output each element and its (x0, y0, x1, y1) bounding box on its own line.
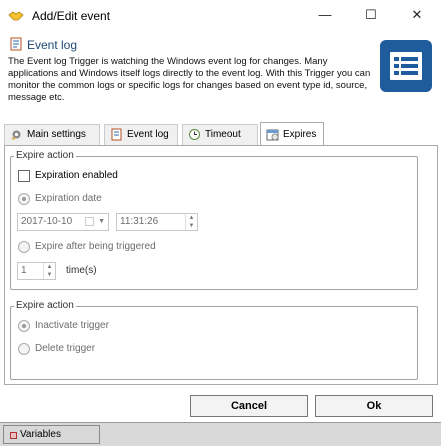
tab-label: Main settings (27, 129, 86, 140)
header-title: Event log (27, 38, 78, 52)
date-picker[interactable]: 2017-10-10 ▼ (17, 213, 109, 231)
expiration-date-radio[interactable] (18, 193, 30, 205)
clock-icon (189, 129, 200, 140)
delete-trigger-label: Delete trigger (35, 343, 96, 354)
variables-button[interactable]: Variables (3, 425, 100, 444)
expire-after-triggered-label: Expire after being triggered (35, 241, 156, 252)
time-value: 11:31:26 (120, 216, 159, 227)
expiration-enabled-checkbox[interactable] (18, 170, 30, 182)
handshake-icon (8, 11, 24, 21)
times-stepper[interactable]: 1 ▲ ▼ (17, 262, 56, 280)
times-value: 1 (21, 265, 27, 276)
header-description: The Event log Trigger is watching the Wi… (8, 56, 371, 103)
ok-button[interactable]: Ok (315, 395, 433, 417)
time-spinner[interactable]: ▲ ▼ (185, 214, 197, 230)
tab-label: Event log (127, 129, 169, 140)
times-label: time(s) (66, 265, 97, 276)
variables-label: Variables (20, 429, 61, 440)
expiration-enabled-label: Expiration enabled (35, 170, 118, 181)
date-value: 2017-10-10 (21, 216, 73, 227)
tab-label: Expires (283, 129, 317, 140)
group-legend: Expire action (14, 300, 76, 311)
group-legend: Expire action (14, 150, 76, 161)
tab-label: Timeout (205, 129, 241, 140)
tab-expires[interactable]: Expires (260, 122, 324, 146)
event-log-icon (10, 37, 22, 51)
inactivate-trigger-label: Inactivate trigger (35, 320, 109, 331)
delete-trigger-radio[interactable] (18, 343, 30, 355)
inactivate-trigger-radio[interactable] (18, 320, 30, 332)
times-spinner[interactable]: ▲ ▼ (43, 263, 55, 279)
window-title: Add/Edit event (32, 9, 111, 23)
time-picker[interactable]: 11:31:26 ▲ ▼ (116, 213, 198, 231)
maximize-button[interactable]: ☐ (348, 0, 394, 30)
close-button[interactable]: ✕ (394, 0, 440, 30)
gear-icon (11, 130, 21, 140)
chevron-down-icon[interactable]: ▼ (98, 214, 105, 230)
cancel-button[interactable]: Cancel (190, 395, 308, 417)
expire-after-triggered-radio[interactable] (18, 241, 30, 253)
variables-icon (10, 432, 17, 439)
tab-timeout[interactable]: Timeout (182, 124, 258, 145)
expiration-date-label: Expiration date (35, 193, 102, 204)
tab-main-settings[interactable]: Main settings (4, 124, 100, 145)
calendar-icon (266, 129, 279, 141)
document-list-icon (380, 40, 432, 92)
minimize-button[interactable]: — (302, 0, 348, 30)
calendar-dropdown-box (85, 217, 94, 226)
event-log-icon (111, 128, 122, 141)
tab-event-log[interactable]: Event log (104, 124, 178, 145)
